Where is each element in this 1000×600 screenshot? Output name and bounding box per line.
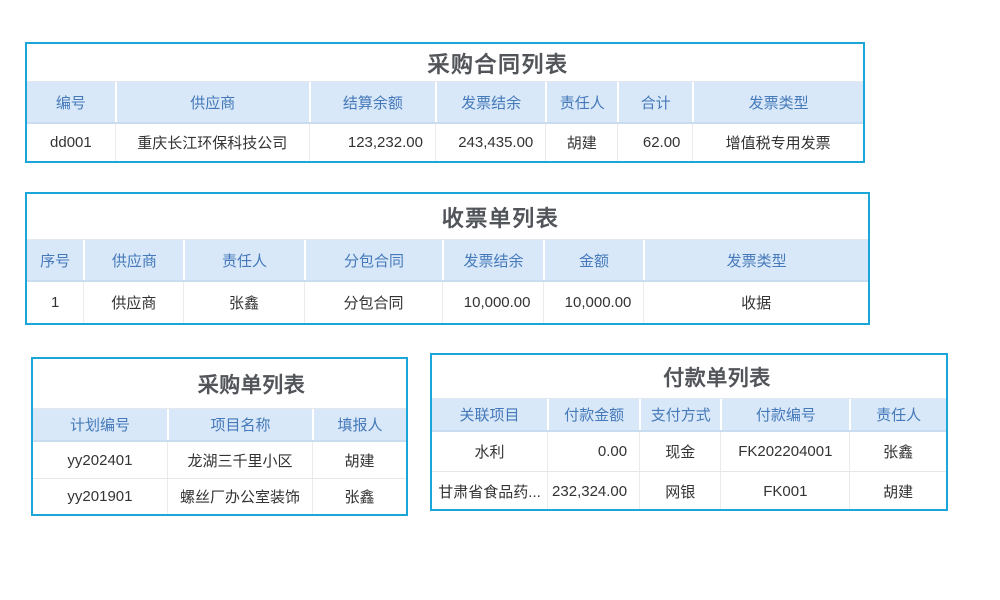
- table-cell: 243,435.00: [435, 124, 545, 161]
- header-cell: 责任人: [849, 399, 946, 430]
- table-cell: 10,000.00: [543, 282, 644, 323]
- header-cell: 支付方式: [639, 399, 720, 430]
- table-row: yy202401 龙湖三千里小区 胡建: [33, 442, 406, 478]
- header-cell: 关联项目: [432, 399, 547, 430]
- table-header-row: 编号 供应商 结算余额 发票结余 责任人 合计 发票类型: [27, 82, 863, 124]
- header-cell: 付款编号: [720, 399, 849, 430]
- table-cell: 现金: [639, 432, 720, 471]
- table-cell: yy201901: [33, 479, 167, 514]
- header-cell: 发票类型: [643, 240, 868, 280]
- table-cell: 供应商: [83, 282, 183, 323]
- header-cell: 合计: [617, 82, 692, 122]
- header-cell: 发票结余: [435, 82, 545, 122]
- header-cell: 编号: [27, 82, 115, 122]
- header-cell: 项目名称: [167, 409, 312, 440]
- table-title-text: 采购单列表: [198, 369, 306, 399]
- table-cell: 232,324.00: [547, 472, 639, 510]
- table-cell: 10,000.00: [442, 282, 542, 323]
- table-row: yy201901 螺丝厂办公室装饰 张鑫: [33, 478, 406, 514]
- table-cell: 重庆长江环保科技公司: [115, 124, 309, 161]
- table-cell: 胡建: [849, 472, 946, 510]
- table-cell: 螺丝厂办公室装饰: [167, 479, 312, 514]
- table-cell: 龙湖三千里小区: [167, 442, 312, 478]
- table-cell: 62.00: [617, 124, 692, 161]
- header-cell: 发票结余: [442, 240, 542, 280]
- table-cell: dd001: [27, 124, 115, 161]
- header-cell: 供应商: [83, 240, 183, 280]
- table-cell: 张鑫: [312, 479, 406, 514]
- table-cell: 分包合同: [304, 282, 443, 323]
- table-cell: FK001: [720, 472, 849, 510]
- header-cell: 付款金额: [547, 399, 639, 430]
- header-cell: 结算余额: [309, 82, 435, 122]
- header-cell: 序号: [27, 240, 83, 280]
- purchase-order-table: 采购单列表 计划编号 项目名称 填报人 yy202401 龙湖三千里小区 胡建 …: [31, 357, 408, 516]
- table-cell: 张鑫: [849, 432, 946, 471]
- purchase-contract-table: 采购合同列表 编号 供应商 结算余额 发票结余 责任人 合计 发票类型 dd00…: [25, 42, 865, 163]
- header-cell: 金额: [543, 240, 644, 280]
- table-cell: 收据: [643, 282, 868, 323]
- payment-table: 付款单列表 关联项目 付款金额 支付方式 付款编号 责任人 水利 0.00 现金…: [430, 353, 948, 511]
- header-cell: 计划编号: [33, 409, 167, 440]
- table-title-text: 付款单列表: [663, 362, 771, 392]
- table-cell: 甘肃省食品药...: [432, 472, 547, 510]
- receipt-table-title: 收票单列表: [27, 194, 868, 240]
- header-cell: 发票类型: [692, 82, 863, 122]
- header-cell: 供应商: [115, 82, 309, 122]
- table-cell: 胡建: [545, 124, 617, 161]
- table-header-row: 序号 供应商 责任人 分包合同 发票结余 金额 发票类型: [27, 240, 868, 282]
- table-row: 水利 0.00 现金 FK202204001 张鑫: [432, 432, 946, 471]
- purchase-contract-table-title: 采购合同列表: [27, 44, 863, 82]
- payment-table-title: 付款单列表: [432, 355, 946, 399]
- table-cell: 网银: [639, 472, 720, 510]
- table-cell: 123,232.00: [309, 124, 435, 161]
- table-cell: yy202401: [33, 442, 167, 478]
- table-cell: FK202204001: [720, 432, 849, 471]
- table-cell: 张鑫: [183, 282, 303, 323]
- header-cell: 填报人: [312, 409, 406, 440]
- purchase-order-table-title: 采购单列表: [33, 359, 406, 409]
- table-cell: 胡建: [312, 442, 406, 478]
- header-cell: 责任人: [183, 240, 303, 280]
- table-cell: 1: [27, 282, 83, 323]
- table-cell: 增值税专用发票: [692, 124, 863, 161]
- header-cell: 责任人: [545, 82, 617, 122]
- receipt-table: 收票单列表 序号 供应商 责任人 分包合同 发票结余 金额 发票类型 1 供应商…: [25, 192, 870, 325]
- table-header-row: 关联项目 付款金额 支付方式 付款编号 责任人: [432, 399, 946, 432]
- table-cell: 水利: [432, 432, 547, 471]
- table-cell: 0.00: [547, 432, 639, 471]
- table-row: 1 供应商 张鑫 分包合同 10,000.00 10,000.00 收据: [27, 282, 868, 323]
- table-title-text: 收票单列表: [442, 201, 560, 233]
- table-row: 甘肃省食品药... 232,324.00 网银 FK001 胡建: [432, 471, 946, 510]
- table-header-row: 计划编号 项目名称 填报人: [33, 409, 406, 442]
- header-cell: 分包合同: [304, 240, 443, 280]
- table-title-text: 采购合同列表: [427, 47, 568, 79]
- table-row: dd001 重庆长江环保科技公司 123,232.00 243,435.00 胡…: [27, 124, 863, 161]
